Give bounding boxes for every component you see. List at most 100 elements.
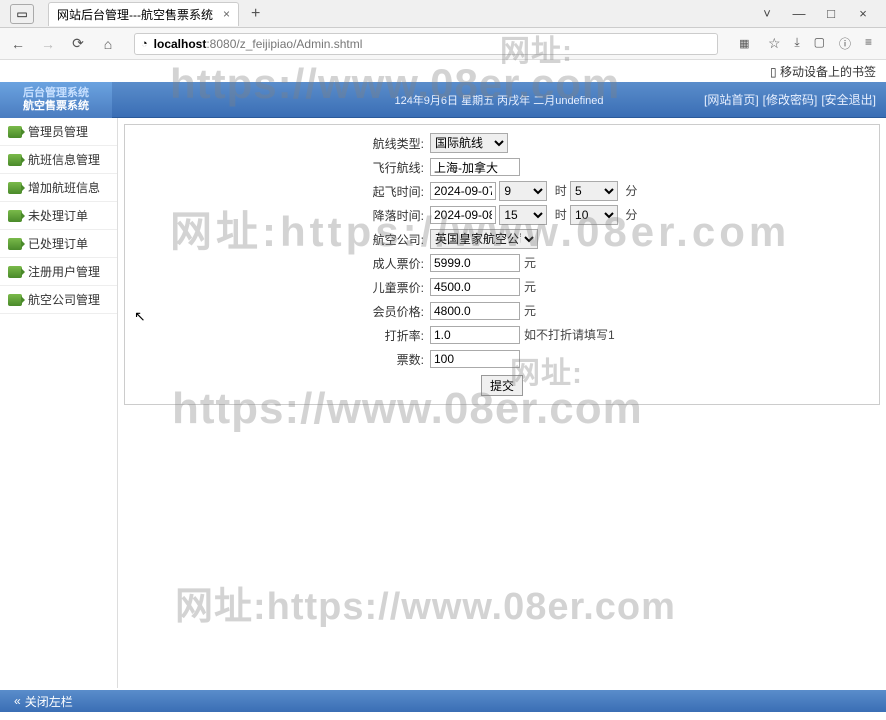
arrow-icon bbox=[8, 126, 22, 138]
logo-text-2: 航空售票系统 bbox=[23, 100, 89, 112]
flight-form: 航线类型: 国际航线 飞行航线: 起飞时间: 9 时 5 分 降落时间: bbox=[124, 124, 880, 405]
sidebar-item-label: 已处理订单 bbox=[28, 235, 88, 252]
label-airline: 航空公司: bbox=[125, 231, 430, 248]
maximize-icon[interactable]: □ bbox=[824, 6, 838, 21]
back-icon[interactable]: ← bbox=[8, 36, 28, 52]
row-child: 儿童票价: 元 bbox=[125, 275, 879, 299]
mobile-bookmarks-link[interactable]: ▯ 移动设备上的书签 bbox=[770, 63, 876, 80]
new-tab-button[interactable]: + bbox=[251, 5, 260, 23]
arrow-icon bbox=[8, 294, 22, 306]
url-text: localhost:8080/z_feijipiao/Admin.shtml bbox=[154, 37, 363, 51]
row-adult: 成人票价: 元 bbox=[125, 251, 879, 275]
child-price-input[interactable] bbox=[430, 278, 520, 296]
collapse-sidebar-link[interactable]: 关闭左栏 bbox=[25, 693, 73, 710]
account-icon[interactable]: ⓘ bbox=[839, 35, 851, 52]
label-route-type: 航线类型: bbox=[125, 135, 430, 152]
unit-yuan: 元 bbox=[524, 304, 536, 318]
link-change-password[interactable]: [修改密码] bbox=[763, 91, 818, 108]
label-member: 会员价格: bbox=[125, 303, 430, 320]
close-window-icon[interactable]: × bbox=[856, 6, 870, 21]
link-home[interactable]: [网站首页] bbox=[704, 91, 759, 108]
member-price-input[interactable] bbox=[430, 302, 520, 320]
url-bar[interactable]: ◔ localhost:8080/z_feijipiao/Admin.shtml bbox=[134, 33, 718, 55]
depart-min-select[interactable]: 5 bbox=[570, 181, 618, 201]
sidebar-item-flight-info[interactable]: 航班信息管理 bbox=[0, 146, 117, 174]
sidebar-toggle-icon[interactable]: ▭ bbox=[10, 4, 34, 24]
collapse-arrow-icon[interactable]: « bbox=[14, 694, 21, 708]
sidebar-item-users[interactable]: 注册用户管理 bbox=[0, 258, 117, 286]
unit-hour: 时 bbox=[555, 208, 567, 222]
row-depart: 起飞时间: 9 时 5 分 bbox=[125, 179, 879, 203]
label-route: 飞行航线: bbox=[125, 159, 430, 176]
extensions-icon[interactable]: ▢ bbox=[814, 35, 825, 52]
home-icon[interactable]: ⌂ bbox=[98, 36, 118, 52]
menu-icon[interactable]: ≡ bbox=[865, 35, 872, 52]
sidebar-item-label: 注册用户管理 bbox=[28, 263, 100, 280]
sidebar-item-done-orders[interactable]: 已处理订单 bbox=[0, 230, 117, 258]
row-route: 飞行航线: bbox=[125, 155, 879, 179]
app-body: 管理员管理 航班信息管理 增加航班信息 未处理订单 已处理订单 注册用户管理 航… bbox=[0, 118, 886, 688]
unit-hour: 时 bbox=[555, 184, 567, 198]
label-child: 儿童票价: bbox=[125, 279, 430, 296]
row-member: 会员价格: 元 bbox=[125, 299, 879, 323]
sidebar-item-pending-orders[interactable]: 未处理订单 bbox=[0, 202, 117, 230]
arrow-icon bbox=[8, 266, 22, 278]
sidebar-item-add-flight[interactable]: 增加航班信息 bbox=[0, 174, 117, 202]
logo-text-1: 后台管理系统 bbox=[23, 87, 89, 99]
depart-date-input[interactable] bbox=[430, 182, 496, 200]
label-discount: 打折率: bbox=[125, 327, 430, 344]
footer-bar: « 关闭左栏 bbox=[0, 690, 886, 712]
sidebar-item-label: 增加航班信息 bbox=[28, 179, 100, 196]
sidebar-item-admin[interactable]: 管理员管理 bbox=[0, 118, 117, 146]
sidebar-item-label: 航空公司管理 bbox=[28, 291, 100, 308]
row-tickets: 票数: bbox=[125, 347, 879, 371]
unit-min: 分 bbox=[625, 208, 637, 222]
app-header: 后台管理系统 航空售票系统 124年9月6日 星期五 丙戌年 二月undefin… bbox=[0, 82, 886, 118]
browser-nav-bar: ← → ⟳ ⌂ ◔ localhost:8080/z_feijipiao/Adm… bbox=[0, 28, 886, 60]
airline-select[interactable]: 英国皇家航空公司 bbox=[430, 229, 538, 249]
unit-yuan: 元 bbox=[524, 280, 536, 294]
depart-hour-select[interactable]: 9 bbox=[499, 181, 547, 201]
arrive-min-select[interactable]: 10 bbox=[570, 205, 618, 225]
reload-icon[interactable]: ⟳ bbox=[68, 35, 88, 52]
close-tab-icon[interactable]: × bbox=[223, 7, 230, 21]
route-input[interactable] bbox=[430, 158, 520, 176]
route-type-select[interactable]: 国际航线 bbox=[430, 133, 508, 153]
star-icon[interactable]: ☆ bbox=[764, 35, 784, 52]
bookmarks-bar: ▯ 移动设备上的书签 bbox=[0, 60, 886, 82]
browser-tab[interactable]: 网站后台管理---航空售票系统 × bbox=[48, 2, 239, 26]
unit-yuan: 元 bbox=[524, 256, 536, 270]
arrow-icon bbox=[8, 210, 22, 222]
sidebar-item-label: 航班信息管理 bbox=[28, 151, 100, 168]
adult-price-input[interactable] bbox=[430, 254, 520, 272]
tab-title: 网站后台管理---航空售票系统 bbox=[57, 6, 213, 23]
submit-button[interactable]: 提交 bbox=[481, 375, 523, 396]
row-arrive: 降落时间: 15 时 10 分 bbox=[125, 203, 879, 227]
row-route-type: 航线类型: 国际航线 bbox=[125, 131, 879, 155]
label-arrive: 降落时间: bbox=[125, 207, 430, 224]
arrive-date-input[interactable] bbox=[430, 206, 496, 224]
download-icon[interactable]: ⤓ bbox=[794, 35, 799, 52]
label-adult: 成人票价: bbox=[125, 255, 430, 272]
link-logout[interactable]: [安全退出] bbox=[821, 91, 876, 108]
submit-row: 提交 bbox=[125, 371, 879, 398]
label-tickets: 票数: bbox=[125, 351, 430, 368]
chevron-down-icon[interactable]: ˅ bbox=[760, 6, 774, 21]
arrive-hour-select[interactable]: 15 bbox=[499, 205, 547, 225]
mouse-cursor-icon: ↖ bbox=[134, 308, 146, 325]
unit-min: 分 bbox=[625, 184, 637, 198]
toolbar-right-icons: ⤓ ▢ ⓘ ≡ bbox=[794, 35, 878, 52]
label-depart: 起飞时间: bbox=[125, 183, 430, 200]
minimize-icon[interactable]: — bbox=[792, 6, 806, 21]
header-links: [网站首页] [修改密码] [安全退出] bbox=[704, 91, 876, 108]
browser-tab-bar: ▭ 网站后台管理---航空售票系统 × + ˅ — □ × bbox=[0, 0, 886, 28]
sidebar-item-label: 管理员管理 bbox=[28, 123, 88, 140]
discount-input[interactable] bbox=[430, 326, 520, 344]
sidebar-item-airlines[interactable]: 航空公司管理 bbox=[0, 286, 117, 314]
shield-icon: ◔ bbox=[141, 38, 148, 50]
qr-icon[interactable]: ▦ bbox=[734, 37, 754, 50]
tickets-input[interactable] bbox=[430, 350, 520, 368]
sidebar-item-label: 未处理订单 bbox=[28, 207, 88, 224]
arrow-icon bbox=[8, 182, 22, 194]
row-discount: 打折率: 如不打折请填写1 bbox=[125, 323, 879, 347]
